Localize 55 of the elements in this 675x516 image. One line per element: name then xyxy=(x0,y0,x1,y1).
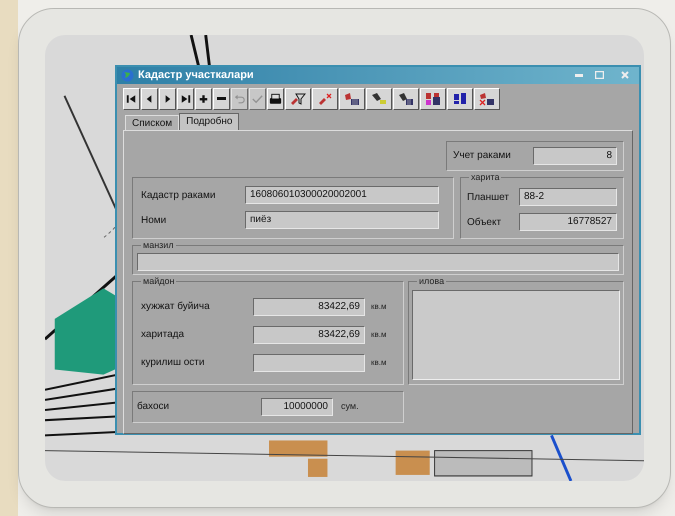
tab[interactable]: Списком xyxy=(125,114,180,130)
field-label: Объект xyxy=(467,216,502,230)
field-label: бахоси xyxy=(137,400,170,414)
toolbar-button[interactable] xyxy=(123,88,140,110)
field-label: хужжат буйича xyxy=(141,300,211,314)
text-field[interactable]: 160806010300020002001 xyxy=(245,186,439,204)
unit-label: кв.м xyxy=(371,356,386,368)
text-field[interactable]: 83422,69 xyxy=(253,326,365,344)
filter-clear-icon xyxy=(317,92,333,106)
toolbar-button[interactable] xyxy=(366,88,392,110)
toolbar-button[interactable] xyxy=(312,88,338,110)
field-label: Планшет xyxy=(467,190,510,204)
field-label: Учет раками xyxy=(453,149,512,163)
field-label: Кадастр раками xyxy=(141,188,216,202)
toolbar-button[interactable] xyxy=(213,88,230,110)
blocks-icon xyxy=(452,92,468,106)
toolbar-button[interactable] xyxy=(447,88,473,110)
field-label: курилиш ости xyxy=(141,356,206,370)
toolbar-button[interactable] xyxy=(267,88,284,110)
text-field[interactable]: 83422,69 xyxy=(253,298,365,316)
print-icon xyxy=(268,92,283,106)
field-label: Номи xyxy=(141,214,168,228)
notes-field[interactable] xyxy=(412,290,620,380)
toolbar-button[interactable] xyxy=(177,88,194,110)
shape-table-icon xyxy=(344,92,360,106)
window-title: Кадастр участкалари xyxy=(138,68,254,83)
toolbar-button[interactable] xyxy=(393,88,419,110)
text-field[interactable]: 10000000 xyxy=(261,398,333,416)
toolbar-button[interactable] xyxy=(420,88,446,110)
minimize-icon xyxy=(575,74,583,77)
toolbar-button[interactable] xyxy=(474,88,500,110)
maximize-icon xyxy=(594,71,604,80)
toolbar-button[interactable] xyxy=(339,88,365,110)
close-icon xyxy=(621,71,629,80)
tab[interactable]: Подробно xyxy=(179,112,240,130)
filter-icon xyxy=(290,92,306,106)
globe-icon xyxy=(121,68,134,82)
blocks-table-icon xyxy=(425,92,441,106)
unit-label: кв.м xyxy=(371,328,386,340)
toolbar-button[interactable] xyxy=(195,88,212,110)
text-field[interactable] xyxy=(253,354,365,372)
toolbar-button[interactable] xyxy=(141,88,158,110)
text-field[interactable]: 8 xyxy=(533,146,617,164)
group-title: майдон xyxy=(141,274,176,286)
remove-icon xyxy=(217,97,226,100)
shape-cross-table-icon xyxy=(479,92,495,106)
text-field[interactable]: пиёз xyxy=(245,211,439,229)
field-label: харитада xyxy=(141,328,186,342)
text-field[interactable] xyxy=(137,252,619,270)
unit-label: кв.м xyxy=(371,300,386,312)
toolbar-button[interactable] xyxy=(159,88,176,110)
text-field[interactable]: 16778527 xyxy=(519,213,617,231)
unit-label: сум. xyxy=(341,400,359,413)
text-field[interactable]: 88-2 xyxy=(519,188,617,206)
toolbar-button[interactable] xyxy=(285,88,311,110)
